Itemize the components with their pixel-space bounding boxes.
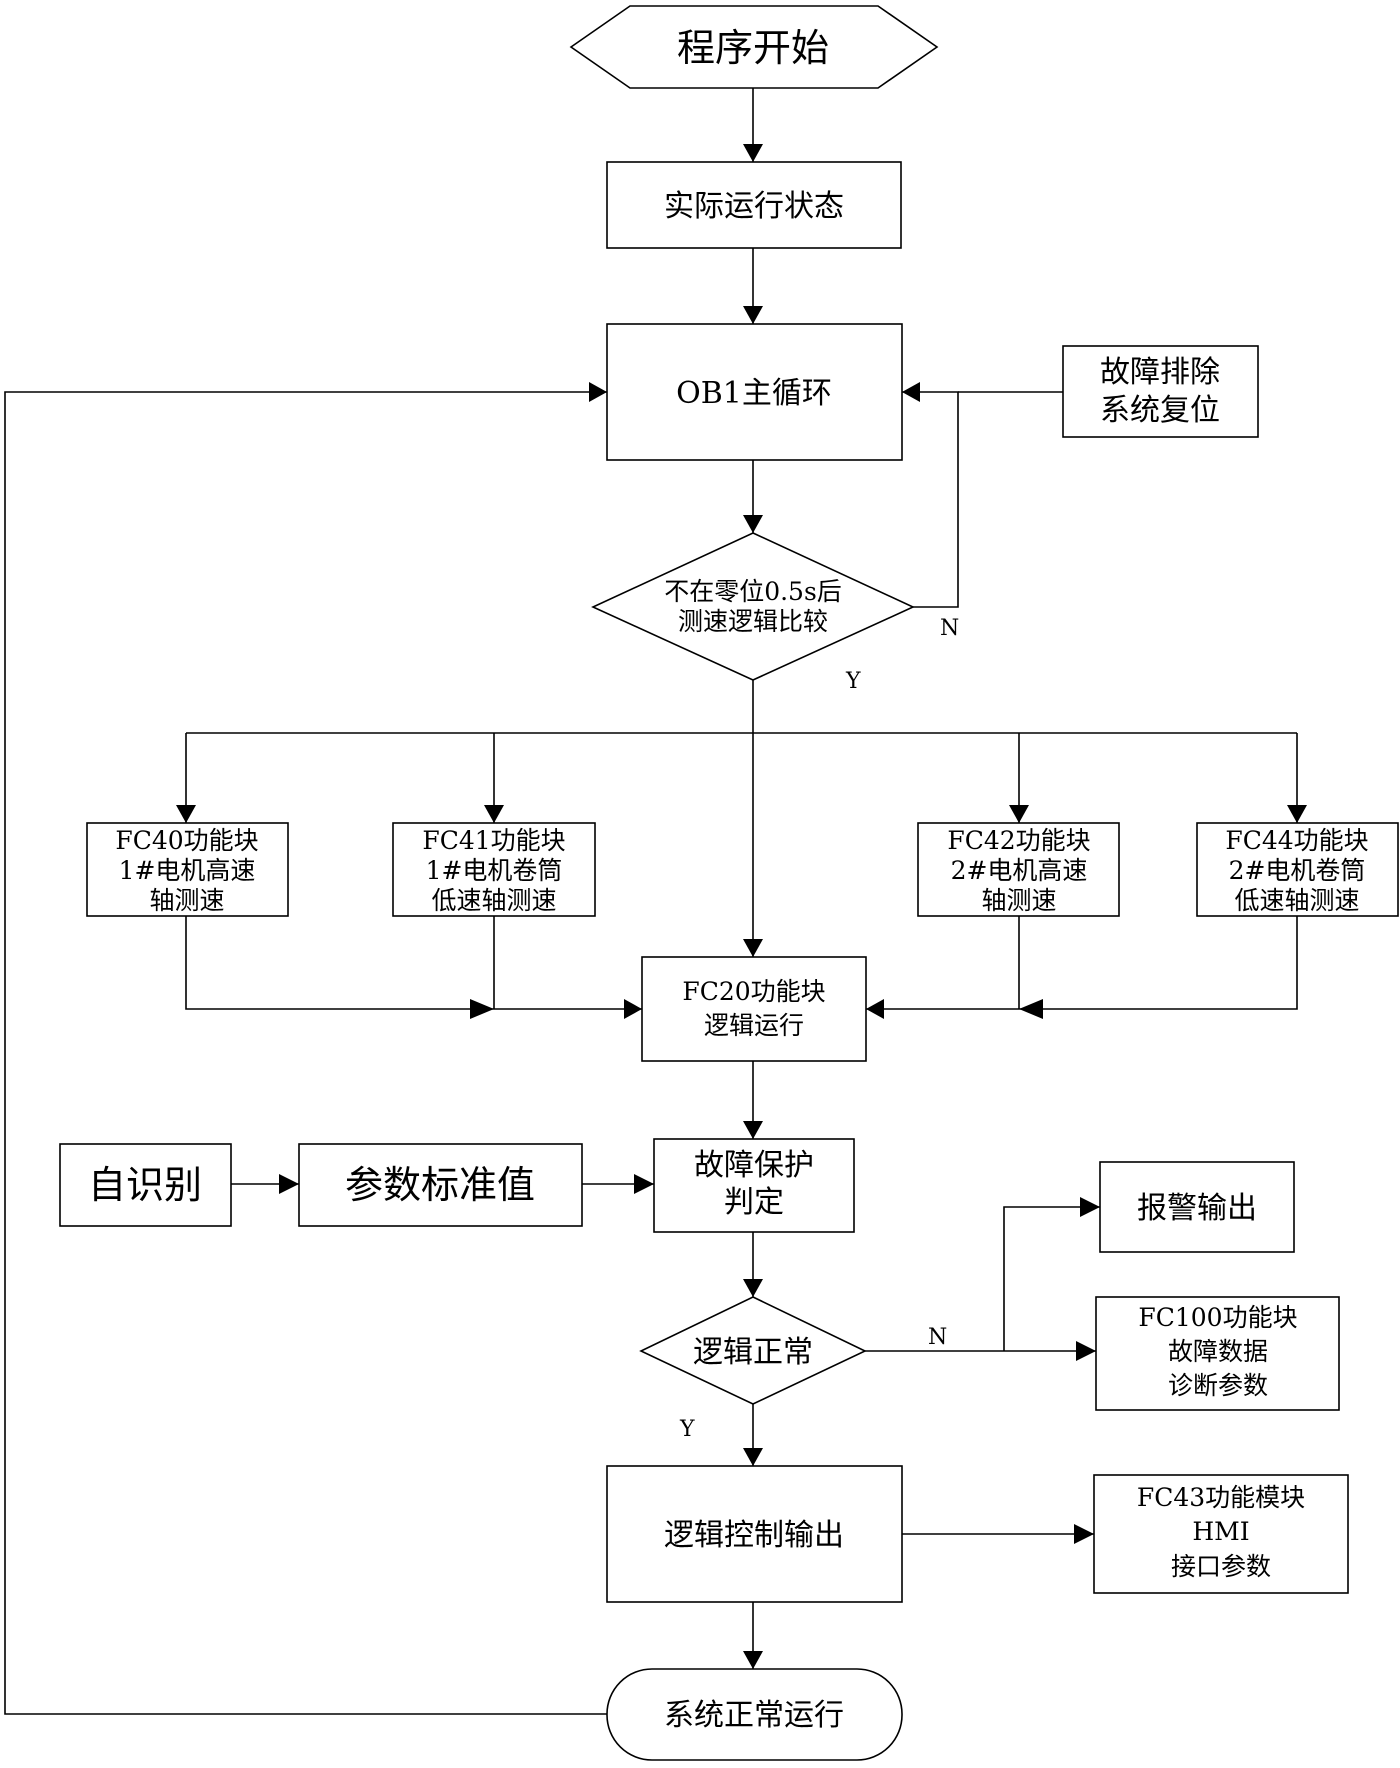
node-label: 轴测速 <box>149 886 224 915</box>
node-label: 低速轴测速 <box>431 886 556 915</box>
node-system-running: 系统正常运行 <box>606 1668 903 1761</box>
arrow-down-icon <box>1009 805 1029 823</box>
node-label: 参数标准值 <box>345 1163 535 1207</box>
node-label: 故障保护 <box>694 1148 814 1183</box>
edge-label-yes: Y <box>845 669 861 694</box>
node-label: FC20功能块 <box>682 977 825 1006</box>
arrow-down-icon <box>743 515 763 533</box>
node-label: 判定 <box>724 1185 784 1220</box>
node-fc40: FC40功能块 1#电机高速 轴测速 <box>86 822 289 917</box>
node-actual-state: 实际运行状态 <box>606 161 902 249</box>
arrow-down-icon <box>743 144 763 162</box>
node-label: FC41功能块 <box>422 826 565 855</box>
node-fault-reset: 故障排除 系统复位 <box>1062 345 1259 438</box>
arrow-left-icon <box>866 999 884 1019</box>
node-label: 1#电机高速 <box>119 856 256 885</box>
arrow-down-icon <box>743 306 763 324</box>
node-fc100: FC100功能块 故障数据 诊断参数 <box>1095 1296 1340 1411</box>
edge-label-no: N <box>928 1325 947 1350</box>
node-label: 逻辑正常 <box>693 1335 813 1370</box>
edge-fc40-to-fc20 <box>185 916 642 1010</box>
node-fc20: FC20功能块 逻辑运行 <box>641 956 867 1062</box>
node-label: 1#电机卷筒 <box>426 856 563 885</box>
edge-fc44-to-fc20 <box>866 916 1298 1010</box>
node-label: 2#电机高速 <box>951 856 1088 885</box>
arrow-down-icon <box>743 1279 763 1297</box>
node-fault-protect: 故障保护 判定 <box>653 1138 855 1233</box>
node-label: 故障排除 <box>1100 355 1220 390</box>
arrow-right-icon <box>624 999 642 1019</box>
node-fc42: FC42功能块 2#电机高速 轴测速 <box>917 822 1120 917</box>
node-label: FC43功能模块 <box>1137 1483 1305 1512</box>
node-label: 轴测速 <box>981 886 1056 915</box>
edge-label-yes: Y <box>679 1417 695 1442</box>
node-label: 逻辑控制输出 <box>664 1518 844 1553</box>
node-label: 系统正常运行 <box>664 1698 844 1733</box>
node-alarm-output: 报警输出 <box>1099 1161 1295 1253</box>
node-self-identify: 自识别 <box>59 1143 232 1227</box>
arrow-right-icon <box>470 999 494 1019</box>
node-label: 实际运行状态 <box>664 189 844 224</box>
arrow-down-icon <box>484 805 504 823</box>
node-label: 报警输出 <box>1137 1191 1257 1226</box>
node-label: OB1主循环 <box>676 376 832 411</box>
node-label: FC100功能块 <box>1138 1303 1297 1332</box>
arrow-right-icon <box>1074 1524 1094 1544</box>
arrow-right-icon <box>589 382 607 402</box>
arrow-down-icon <box>743 1121 763 1139</box>
arrow-down-icon <box>1287 805 1307 823</box>
node-label: 系统复位 <box>1100 393 1220 428</box>
arrow-down-icon <box>743 939 763 957</box>
arrow-down-icon <box>743 1651 763 1669</box>
arrow-right-icon <box>1080 1197 1100 1217</box>
node-fc43: FC43功能模块 HMI 接口参数 <box>1093 1474 1349 1594</box>
node-fc44: FC44功能块 2#电机卷筒 低速轴测速 <box>1196 822 1399 917</box>
edge-running-loop-to-ob1 <box>4 391 607 1715</box>
node-logic-control-output: 逻辑控制输出 <box>606 1465 903 1603</box>
node-label: 不在零位0.5s后 <box>664 577 842 606</box>
node-fc41: FC41功能块 1#电机卷筒 低速轴测速 <box>392 822 596 917</box>
node-label: 诊断参数 <box>1168 1371 1268 1400</box>
arrow-left-icon <box>902 382 920 402</box>
arrow-down-icon <box>743 1448 763 1466</box>
edge-normal-no-to-alarm <box>1003 1206 1100 1351</box>
node-label: 低速轴测速 <box>1234 886 1359 915</box>
node-param-standard: 参数标准值 <box>298 1143 583 1227</box>
node-start: 程序开始 <box>569 5 939 89</box>
node-label: 程序开始 <box>677 26 829 70</box>
arrow-left-icon <box>1019 999 1043 1019</box>
process-box <box>641 956 867 1062</box>
node-label: FC42功能块 <box>947 826 1090 855</box>
arrow-right-icon <box>279 1174 299 1194</box>
node-label: 接口参数 <box>1171 1552 1271 1581</box>
node-label: 测速逻辑比较 <box>678 607 828 636</box>
node-label: 自识别 <box>88 1163 202 1207</box>
node-label: 逻辑运行 <box>704 1011 804 1040</box>
node-speed-compare: 不在零位0.5s后 测速逻辑比较 <box>591 532 915 681</box>
node-label: FC40功能块 <box>115 826 258 855</box>
edge-compare-no-to-ob1 <box>902 391 959 608</box>
arrow-down-icon <box>176 805 196 823</box>
node-label: 2#电机卷筒 <box>1229 856 1366 885</box>
edge-label-no: N <box>940 616 959 641</box>
node-label: FC44功能块 <box>1225 826 1368 855</box>
flowchart: 程序开始 实际运行状态 OB1主循环 故障排除 系统复位 不在零位0.5s后 测… <box>4 5 1399 1761</box>
node-label: HMI <box>1192 1517 1249 1546</box>
arrow-right-icon <box>1076 1341 1096 1361</box>
node-ob1-main-loop: OB1主循环 <box>606 323 903 461</box>
node-logic-normal: 逻辑正常 <box>639 1296 867 1405</box>
arrow-right-icon <box>634 1174 654 1194</box>
node-label: 故障数据 <box>1168 1337 1268 1366</box>
